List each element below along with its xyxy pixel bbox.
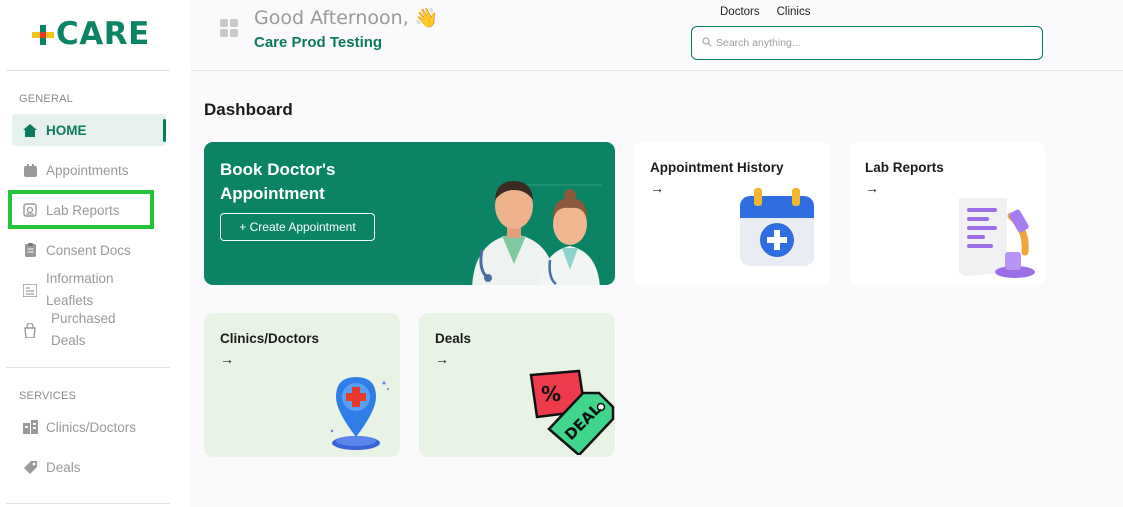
book-appointment-card[interactable]: Book Doctor's Appointment + Create Appoi… <box>204 142 615 285</box>
appointment-history-card[interactable]: Appointment History → <box>634 142 830 285</box>
clipboard-icon <box>22 242 38 258</box>
search-icon <box>702 34 712 52</box>
deals-card[interactable]: Deals → % DEAL <box>419 313 615 457</box>
card-title: Lab Reports <box>865 160 944 175</box>
book-card-title: Book Doctor's Appointment <box>220 158 336 206</box>
calendar-plus-icon <box>740 188 814 266</box>
sidebar-item-label: Deals <box>46 459 81 475</box>
lab-reports-card[interactable]: Lab Reports → <box>849 142 1045 285</box>
sidebar-item-consent-docs[interactable]: Consent Docs <box>12 234 166 266</box>
search-input[interactable] <box>716 37 1016 49</box>
arrow-right-icon: → <box>435 351 449 367</box>
card-title: Appointment History <box>650 160 784 175</box>
sidebar-item-label: Consent Docs <box>46 242 131 258</box>
divider <box>6 70 170 71</box>
page-title: Dashboard <box>204 100 293 119</box>
microscope-report-icon <box>959 198 1035 278</box>
sidebar-item-appointments[interactable]: Appointments <box>12 154 166 186</box>
home-icon <box>22 122 38 138</box>
greeting: Good Afternoon, 👋 <box>254 6 438 29</box>
sidebar: CARE GENERAL HOME Appointments Lab Repor… <box>0 0 191 507</box>
sidebar-item-clinics-doctors[interactable]: Clinics/Doctors <box>12 411 166 443</box>
sidebar-item-deals[interactable]: Deals <box>12 451 166 483</box>
care-logo[interactable]: CARE <box>32 16 150 52</box>
org-name: Care Prod Testing <box>254 34 383 51</box>
sidebar-item-label: Clinics/Doctors <box>46 419 137 435</box>
location-pin-icon <box>330 377 389 450</box>
top-header: Good Afternoon, 👋 Care Prod Testing Doct… <box>191 0 1123 71</box>
card-title: Deals <box>435 331 472 346</box>
logo-text: CARE <box>56 16 150 52</box>
label-line-2: Deals <box>51 333 86 348</box>
arrow-right-icon: → <box>220 351 234 367</box>
greeting-text: Good Afternoon, <box>254 7 409 29</box>
sidebar-item-purchased-deals[interactable]: Purchased Deals <box>12 308 166 352</box>
wave-icon: 👋 <box>414 7 439 29</box>
logo-plus-icon <box>32 21 54 47</box>
leaflet-icon <box>22 282 38 298</box>
arrow-right-icon: → <box>650 180 664 196</box>
tag-icon <box>22 459 38 475</box>
divider <box>6 367 170 368</box>
search-box[interactable] <box>691 26 1043 60</box>
label-line-1: Information <box>46 271 114 286</box>
calendar-icon <box>22 162 38 178</box>
sidebar-item-label: HOME <box>46 122 87 138</box>
divider <box>6 503 170 504</box>
card-title: Clinics/Doctors <box>220 331 320 346</box>
section-label-general: GENERAL <box>19 93 73 105</box>
sidebar-item-label: Purchased Deals <box>51 308 116 352</box>
book-title-line-2: Appointment <box>220 184 325 203</box>
lab-reports-highlight <box>8 190 154 229</box>
book-title-line-1: Book Doctor's <box>220 160 336 179</box>
clinics-doctors-card[interactable]: Clinics/Doctors → <box>204 313 400 457</box>
sidebar-item-label: Information Leaflets <box>46 268 114 312</box>
svg-text:%: % <box>541 382 561 406</box>
top-links: Doctors Clinics <box>720 6 811 18</box>
sidebar-item-information-leaflets[interactable]: Information Leaflets <box>12 268 166 312</box>
sidebar-item-label: Appointments <box>46 162 129 178</box>
clinics-link[interactable]: Clinics <box>777 6 811 18</box>
arrow-right-icon: → <box>865 180 879 196</box>
create-appointment-button[interactable]: + Create Appointment <box>220 213 375 241</box>
label-line-1: Purchased <box>51 311 116 326</box>
purchased-deals-icon <box>22 322 38 338</box>
section-label-services: SERVICES <box>19 390 77 402</box>
doctors-illustration <box>472 181 602 285</box>
building-icon <box>22 419 38 435</box>
doctors-link[interactable]: Doctors <box>720 6 760 18</box>
apps-grid-icon[interactable] <box>220 19 238 37</box>
deal-tag-icon: % DEAL <box>529 369 615 455</box>
sidebar-item-home[interactable]: HOME <box>12 114 166 146</box>
